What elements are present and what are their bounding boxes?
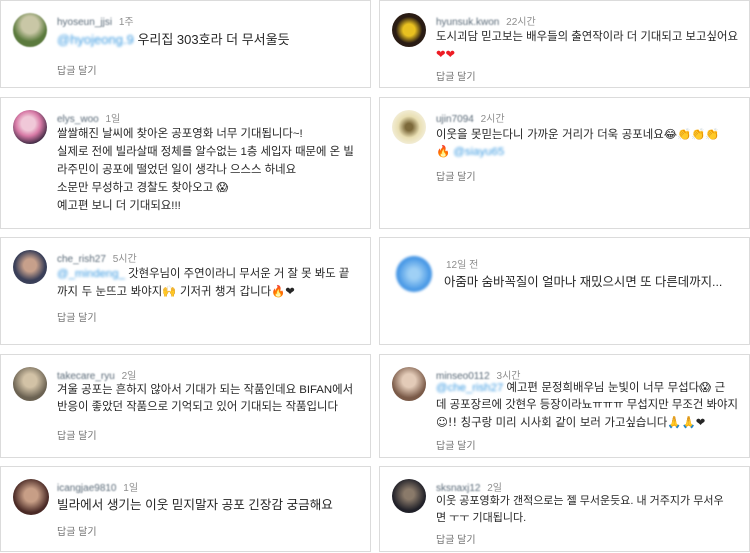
comment-text: @che_rish27 예고편 문정희배우님 눈빛이 너무 무섭다😱 근 데 공…: [436, 379, 739, 431]
reply-button[interactable]: 답글 달기: [57, 427, 97, 442]
comment-text: @_mindeng_ 갓현우님이 주연이라니 무서운 거 잘 못 봐도 끝 까지…: [57, 266, 360, 300]
reply-button[interactable]: 답글 달기: [436, 68, 476, 83]
mention-link[interactable]: @che_rish27: [436, 382, 503, 394]
comment-meta: takecare_ryu 2일: [57, 367, 136, 382]
comment-text: 이웃을 못믿는다니 가까운 거리가 더욱 공포네요😂👏👏👏 🔥 @siayu65: [436, 126, 739, 161]
comment-line: 데 공포장르에 갓현우 등장이라뇨ㅠㅠㅠ 무섭지만 무조건 봐야지: [436, 398, 738, 411]
avatar[interactable]: [392, 479, 426, 514]
comment-text: @hyojeong.9 우리집 303호라 더 무서울듯: [57, 31, 360, 48]
comment-card: hyoseun_jjsi 1주 @hyojeong.9 우리집 303호라 더 …: [0, 0, 371, 88]
comment-grid: hyoseun_jjsi 1주 @hyojeong.9 우리집 303호라 더 …: [0, 0, 750, 553]
comment-line: 예고편 보니 더 기대되요!!!: [57, 199, 181, 212]
avatar[interactable]: [13, 109, 47, 144]
comment-text: 이웃 공포영화가 갠적으로는 젤 무서운듯요. 내 거주지가 무서우 면 ㅜㅜ …: [436, 493, 739, 527]
mention-link[interactable]: @hyojeong.9: [57, 32, 134, 47]
reply-button[interactable]: 답글 달기: [436, 437, 476, 452]
mention-link[interactable]: @_mindeng_: [57, 268, 125, 280]
username[interactable]: icangjae9810: [57, 483, 117, 494]
timestamp: 1주: [118, 17, 134, 28]
comment-card: 12일 전 아줌마 숨바꼭질이 얼마나 재밌으시면 또 다른데까지...: [379, 237, 750, 346]
reply-button[interactable]: 답글 달기: [57, 523, 97, 538]
comment-line: 예고편 문정희배우님 눈빛이 너무 무섭다😱 근: [506, 379, 726, 394]
username[interactable]: che_rish27: [57, 254, 106, 265]
avatar[interactable]: [392, 366, 426, 401]
reply-button[interactable]: 답글 달기: [57, 309, 97, 324]
timestamp: 2일: [121, 370, 137, 382]
avatar[interactable]: [13, 13, 47, 47]
comment-meta: icangjae9810 1일: [57, 479, 138, 494]
comment-line: 반응이 좋았던 작품으로 기억되고 있어 기대되는 작품입니다: [57, 400, 338, 413]
comment-line: 실제로 전에 빌라살때 정체를 알수없는 1층 세입자 때문에 온 빌: [57, 145, 354, 158]
comment-card: takecare_ryu 2일 겨울 공포는 흔하지 않아서 기대가 되는 작품…: [0, 353, 371, 458]
comment-line: 이웃 공포영화가 갠적으로는 젤 무서운듯요. 내 거주지가 무서우: [436, 495, 724, 508]
comment-meta: sksnaxj12 2일: [436, 479, 502, 494]
username[interactable]: takecare_ryu: [57, 371, 115, 382]
timestamp: 1일: [123, 483, 139, 495]
reply-button[interactable]: 답글 달기: [436, 168, 476, 183]
comment-text: 빌라에서 생기는 이웃 믿지말자 공포 긴장감 궁금해요: [57, 497, 360, 514]
avatar[interactable]: [392, 13, 426, 47]
avatar[interactable]: [13, 479, 49, 516]
comment-text: 쌀쌀해진 날씨에 찾아온 공포영화 너무 기대됩니다~! 실제로 전에 빌라살때…: [57, 125, 360, 215]
comment-meta: hyoseun_jjsi 1주: [57, 13, 134, 28]
comment-line: 우리집 303호라 더 무서울듯: [137, 32, 290, 47]
comment-line: 갓현우님이 주연이라니 무서운 거 잘 못 봐도 끝: [128, 268, 350, 281]
username[interactable]: hyoseun_jjsi: [57, 17, 112, 28]
avatar[interactable]: [13, 366, 47, 401]
comment-line: 라주민이 공포에 떨었던 일이 생각나 으스스 하네요: [57, 163, 297, 176]
comment-line: 쌀쌀해진 날씨에 찾아온 공포영화 너무 기대됩니다~!: [57, 127, 303, 140]
heart-emoji: ❤❤: [436, 47, 456, 61]
comment-line: 이웃을 못믿는다니 가까운 거리가 더욱 공포네요😂👏👏👏: [436, 126, 720, 141]
comment-card: elys_woo 1일 쌀쌀해진 날씨에 찾아온 공포영화 너무 기대됩니다~!…: [0, 96, 371, 229]
avatar[interactable]: [392, 109, 426, 144]
reply-button[interactable]: 답글 달기: [57, 62, 97, 77]
timestamp: 22시간: [506, 17, 536, 28]
comment-text: 아줌마 숨바꼭질이 얼마나 재밌으시면 또 다른데까지...: [444, 274, 739, 291]
comment-line: 아줌마 숨바꼭질이 얼마나 재밌으시면 또 다른데까지...: [444, 275, 723, 290]
comment-line: 빌라에서 생기는 이웃 믿지말자 공포 긴장감 궁금해요: [57, 498, 333, 513]
username[interactable]: hyunsuk.kwon: [436, 17, 499, 28]
comment-card: ujin7094 2시간 이웃을 못믿는다니 가까운 거리가 더욱 공포네요😂👏…: [379, 96, 750, 229]
timestamp: 2시간: [480, 113, 505, 125]
comment-card: sksnaxj12 2일 이웃 공포영화가 갠적으로는 젤 무서운듯요. 내 거…: [379, 466, 750, 553]
avatar[interactable]: [13, 250, 47, 285]
fire-emoji: 🔥: [436, 143, 451, 158]
username[interactable]: elys_woo: [57, 114, 99, 125]
comment-card: hyunsuk.kwon 22시간 도시괴담 믿고보는 배우들의 출연작이라 더…: [379, 0, 750, 88]
comment-text: 도시괴담 믿고보는 배우들의 출연작이라 더 기대되고 보고싶어요 ❤❤: [436, 29, 739, 63]
comment-meta: hyunsuk.kwon 22시간: [436, 13, 536, 28]
timestamp: 1일: [105, 113, 121, 125]
comment-line: 면 ㅜㅜ 기대됩니다.: [436, 512, 527, 525]
comment-line: 소문만 무성하고 경찰도 찾아오고 😱: [57, 181, 229, 194]
comment-line: 겨울 공포는 흔하지 않아서 기대가 되는 작품인데요 BIFAN에서: [57, 383, 354, 396]
username[interactable]: ujin7094: [436, 114, 474, 125]
comment-line: 까지 두 눈뜨고 봐야지🙌 기저귀 챙겨 갑니다🔥❤: [57, 284, 295, 299]
comment-meta: elys_woo 1일: [57, 110, 120, 125]
comment-card: che_rish27 5시간 @_mindeng_ 갓현우님이 주연이라니 무서…: [0, 237, 371, 346]
comment-text: 겨울 공포는 흔하지 않아서 기대가 되는 작품인데요 BIFAN에서 반응이 …: [57, 382, 360, 416]
comment-meta: 12일 전: [442, 256, 478, 271]
comment-line: ☺!! 칭구랑 미리 시사회 같이 보러 가고싶습니다🙏🙏❤: [436, 414, 706, 429]
reply-button[interactable]: 답글 달기: [436, 531, 476, 546]
mention-link[interactable]: @siayu65: [453, 146, 504, 158]
timestamp: 12일 전: [446, 260, 479, 272]
avatar[interactable]: [396, 256, 432, 293]
comment-meta: che_rish27 5시간: [57, 250, 137, 265]
timestamp: 5시간: [112, 254, 137, 266]
comment-line: 도시괴담 믿고보는 배우들의 출연작이라 더 기대되고 보고싶어요: [436, 31, 738, 43]
comment-card: minseo0112 3시간 @che_rish27 예고편 문정희배우님 눈빛…: [379, 353, 750, 458]
comment-card: icangjae9810 1일 빌라에서 생기는 이웃 믿지말자 공포 긴장감 …: [0, 466, 371, 553]
comment-meta: ujin7094 2시간: [436, 110, 505, 125]
